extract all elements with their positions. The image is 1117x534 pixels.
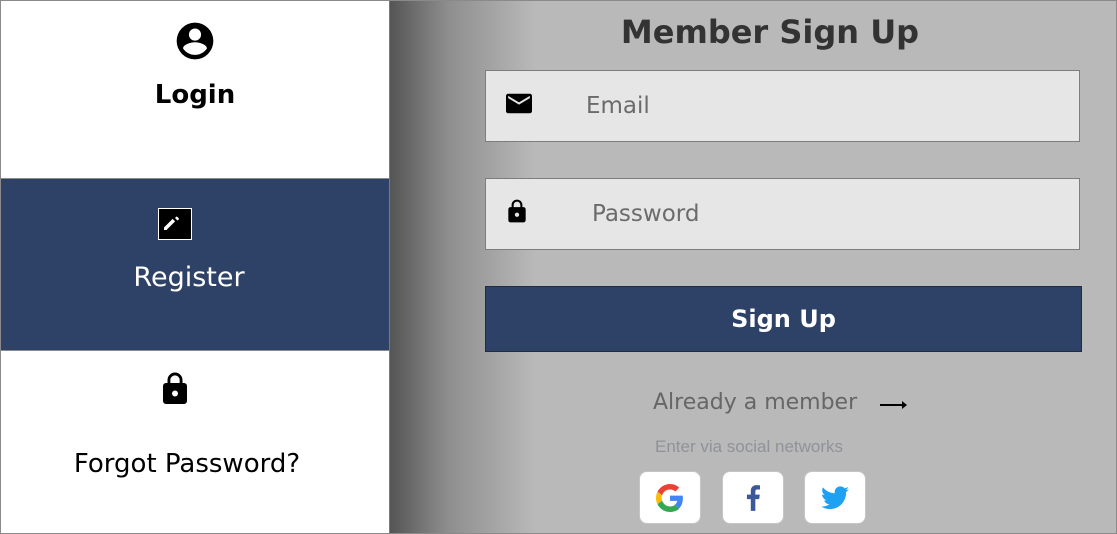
google-login-button[interactable]: [639, 471, 701, 524]
password-input[interactable]: [592, 179, 1072, 249]
social-networks-text: Enter via social networks: [655, 437, 844, 456]
sidebar: Login Register Forgot Password?: [1, 1, 390, 533]
sidebar-item-label: Forgot Password?: [73, 449, 301, 479]
signup-button[interactable]: Sign Up: [485, 286, 1082, 352]
account-circle-icon: [173, 19, 217, 68]
sidebar-item-forgot-password[interactable]: Forgot Password?: [1, 351, 389, 533]
password-field[interactable]: [485, 178, 1080, 250]
sidebar-item-login[interactable]: Login: [1, 1, 389, 179]
edit-pencil-icon: [158, 208, 192, 245]
email-input[interactable]: [586, 71, 1066, 141]
app-window: Login Register Forgot Password? Member S…: [0, 0, 1117, 534]
email-field[interactable]: [485, 70, 1080, 142]
already-member-link[interactable]: Already a member: [653, 390, 908, 416]
lock-icon: [506, 199, 528, 230]
mail-icon: [506, 93, 532, 119]
sidebar-item-label: Login: [154, 80, 236, 110]
arrow-right-icon: [880, 391, 908, 416]
lock-icon: [160, 371, 190, 412]
facebook-login-button[interactable]: [722, 471, 784, 524]
sidebar-item-label: Register: [133, 262, 245, 293]
sidebar-item-register[interactable]: Register: [1, 179, 389, 351]
twitter-login-button[interactable]: [804, 471, 866, 524]
signup-panel: Member Sign Up Sign Up Already a member …: [390, 1, 1116, 533]
already-member-label: Already a member: [653, 390, 858, 415]
page-title: Member Sign Up: [620, 13, 920, 51]
